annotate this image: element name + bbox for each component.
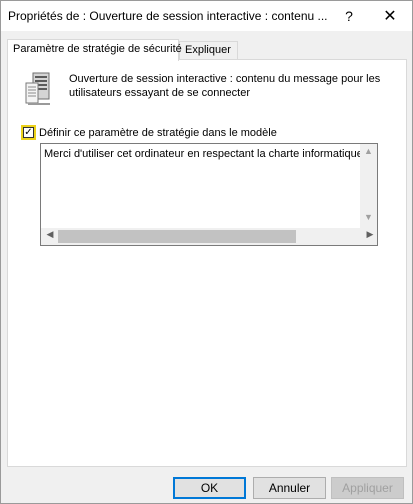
define-setting-checkbox[interactable]: ✓ — [21, 125, 36, 140]
horizontal-scrollbar[interactable]: ◀ ▶ — [41, 228, 377, 245]
checkmark-icon: ✓ — [23, 126, 34, 138]
define-setting-label[interactable]: Définir ce paramètre de stratégie dans l… — [39, 127, 277, 139]
vertical-scrollbar[interactable]: ▲ ▼ — [360, 144, 377, 228]
window-title: Propriétés de : Ouverture de session int… — [8, 9, 328, 23]
tab-explain[interactable]: Expliquer — [179, 41, 238, 60]
cancel-button[interactable]: Annuler — [253, 477, 326, 499]
title-bar: Propriétés de : Ouverture de session int… — [1, 1, 412, 31]
scroll-right-icon[interactable]: ▶ — [363, 229, 377, 244]
message-textarea[interactable]: Merci d'utiliser cet ordinateur en respe… — [40, 143, 378, 246]
scroll-left-icon[interactable]: ◀ — [43, 229, 57, 244]
close-button[interactable]: ✕ — [368, 1, 412, 31]
scroll-up-icon[interactable]: ▲ — [360, 146, 377, 160]
help-button[interactable]: ? — [335, 1, 363, 31]
tab-security-policy-setting[interactable]: Paramètre de stratégie de sécurité — [7, 39, 182, 61]
horizontal-scroll-thumb[interactable] — [58, 230, 296, 243]
server-policy-icon — [25, 72, 50, 105]
apply-button[interactable]: Appliquer — [331, 477, 404, 499]
ok-button[interactable]: OK — [173, 477, 246, 499]
define-setting-row: ✓ Définir ce paramètre de stratégie dans… — [21, 125, 277, 140]
scroll-down-icon[interactable]: ▼ — [360, 212, 377, 226]
message-text: Merci d'utiliser cet ordinateur en respe… — [44, 148, 360, 160]
properties-dialog: Propriétés de : Ouverture de session int… — [0, 0, 413, 504]
tab-panel: Ouverture de session interactive : conte… — [7, 59, 407, 467]
policy-description: Ouverture de session interactive : conte… — [69, 73, 381, 99]
